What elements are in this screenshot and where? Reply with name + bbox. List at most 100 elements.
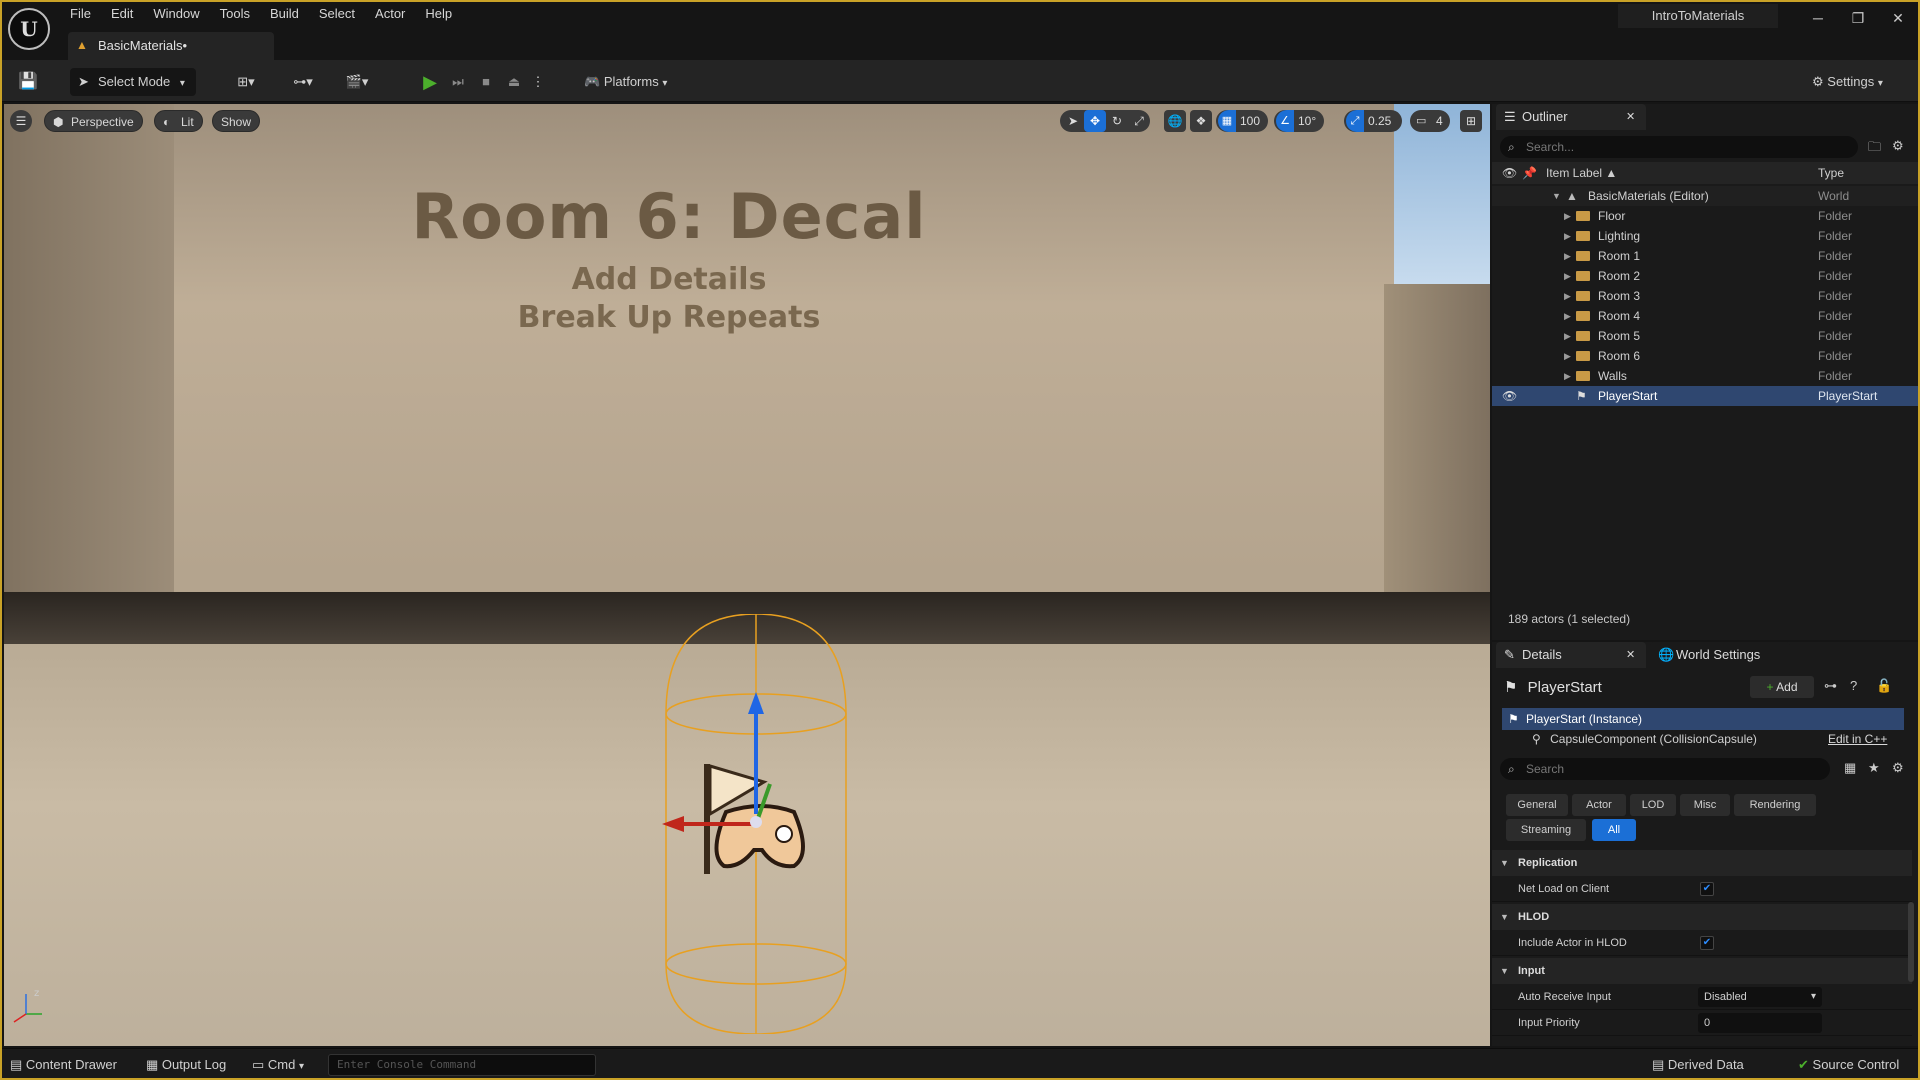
menu-window[interactable]: Window	[143, 4, 209, 24]
expand-arrow-icon[interactable]: ▶	[1564, 226, 1571, 246]
translate-tool-icon[interactable]: ✥	[1084, 110, 1106, 132]
category-actor[interactable]: Actor	[1572, 794, 1626, 816]
outliner-tab[interactable]: ☰ Outliner ✕	[1496, 104, 1646, 130]
source-control-button[interactable]: ✔ Source Control	[1798, 1053, 1899, 1077]
add-component-button[interactable]: + Add	[1750, 676, 1814, 698]
section-input[interactable]: ▼ Input	[1492, 958, 1912, 984]
console-input[interactable]: Enter Console Command	[328, 1054, 596, 1076]
outliner-folder-row[interactable]: ▶ Room 5 Folder	[1492, 326, 1918, 346]
star-icon[interactable]: ★	[1868, 760, 1880, 776]
category-lod[interactable]: LOD	[1630, 794, 1676, 816]
viewport-layout-icon[interactable]: ⊞	[1460, 110, 1482, 132]
outliner-folder-row[interactable]: ▶ Room 2 Folder	[1492, 266, 1918, 286]
table-view-icon[interactable]: ▦	[1844, 760, 1856, 776]
category-general[interactable]: General	[1506, 794, 1568, 816]
show-button[interactable]: Show	[212, 110, 261, 132]
surface-snap-icon[interactable]: ❖	[1190, 110, 1212, 132]
gear-icon[interactable]: ⚙	[1892, 760, 1904, 776]
expand-arrow-icon[interactable]: ▶	[1564, 286, 1571, 306]
add-folder-icon[interactable]: 🗀	[1868, 138, 1881, 160]
menu-help[interactable]: Help	[415, 4, 462, 24]
expand-arrow-icon[interactable]: ▶	[1564, 346, 1571, 366]
world-settings-tab[interactable]: 🌐 World Settings	[1650, 642, 1790, 668]
category-misc[interactable]: Misc	[1680, 794, 1730, 816]
expand-arrow-icon[interactable]: ▶	[1564, 366, 1571, 386]
level-viewport[interactable]: Room 6: Decal Add Details Break Up Repea…	[4, 104, 1490, 1046]
viewport-menu-icon[interactable]: ☰	[10, 110, 32, 132]
close-icon[interactable]: ✕	[1626, 104, 1635, 130]
outliner-folder-row[interactable]: ▶ Room 4 Folder	[1492, 306, 1918, 326]
outliner-selected-row[interactable]: 👁 ⚑ PlayerStart PlayerStart	[1492, 386, 1918, 406]
add-actor-icon[interactable]: ⊞▾	[228, 68, 264, 96]
auto-receive-dropdown[interactable]: Disabled ▾	[1698, 987, 1822, 1007]
gear-icon[interactable]: ⚙	[1892, 138, 1904, 154]
derived-data-button[interactable]: ▤ Derived Data	[1652, 1053, 1744, 1077]
column-item-label[interactable]: Item Label ▲	[1546, 162, 1617, 184]
player-start-gizmo[interactable]	[644, 614, 884, 1034]
eye-icon[interactable]: 👁	[1502, 386, 1517, 406]
close-window-button[interactable]: ✕	[1878, 6, 1918, 30]
scale-tool-icon[interactable]: ⤢	[1128, 110, 1150, 132]
cmd-dropdown[interactable]: ▭ Cmd ▾	[252, 1053, 304, 1077]
section-hlod[interactable]: ▼ HLOD	[1492, 904, 1912, 930]
output-log-button[interactable]: ▦ Output Log	[146, 1053, 226, 1077]
lock-icon[interactable]: 🔓	[1876, 678, 1892, 694]
rotate-tool-icon[interactable]: ↻	[1106, 110, 1128, 132]
rotation-snap-group[interactable]: ∠ 10°	[1274, 110, 1324, 132]
save-icon[interactable]: 💾	[14, 68, 42, 96]
section-replication[interactable]: ▼ Replication	[1492, 850, 1912, 876]
menu-actor[interactable]: Actor	[365, 4, 415, 24]
settings-dropdown[interactable]: ⚙ Settings ▾	[1812, 68, 1908, 96]
outliner-folder-row[interactable]: ▶ Room 3 Folder	[1492, 286, 1918, 306]
close-icon[interactable]: ✕	[1626, 642, 1635, 668]
expand-arrow-icon[interactable]: ▼	[1552, 186, 1561, 206]
cinematics-icon[interactable]: 🎬▾	[338, 68, 376, 96]
world-space-icon[interactable]: 🌐	[1164, 110, 1186, 132]
details-tab[interactable]: ✎ Details ✕	[1496, 642, 1646, 668]
outliner-root-row[interactable]: ▼ ▲ BasicMaterials (Editor) World	[1492, 186, 1918, 206]
include-hlod-checkbox[interactable]: ✔	[1700, 936, 1714, 950]
more-options-icon[interactable]: ⋮	[530, 68, 546, 96]
outliner-folder-row[interactable]: ▶ Room 6 Folder	[1492, 346, 1918, 366]
category-rendering[interactable]: Rendering	[1734, 794, 1816, 816]
category-streaming[interactable]: Streaming	[1506, 819, 1586, 841]
edit-in-cpp-link[interactable]: Edit in C++	[1828, 732, 1887, 746]
play-icon[interactable]: ▶	[418, 68, 442, 96]
minimize-button[interactable]: ─	[1798, 6, 1838, 30]
blueprint-icon[interactable]: ⊶	[1824, 678, 1837, 694]
outliner-folder-row[interactable]: ▶ Walls Folder	[1492, 366, 1918, 386]
outliner-folder-row[interactable]: ▶ Room 1 Folder	[1492, 246, 1918, 266]
grid-snap-group[interactable]: ▦ 100	[1216, 110, 1268, 132]
level-tab[interactable]: ▲ BasicMaterials•	[68, 32, 274, 60]
expand-arrow-icon[interactable]: ▶	[1564, 326, 1571, 346]
blueprint-icon[interactable]: ⊶▾	[284, 68, 322, 96]
unreal-logo-icon[interactable]: U	[8, 8, 50, 50]
outliner-search-input[interactable]: ⌕ Search...	[1500, 136, 1858, 158]
net-load-checkbox[interactable]: ✔	[1700, 882, 1714, 896]
stop-icon[interactable]: ■	[474, 68, 498, 96]
details-scrollbar[interactable]	[1908, 902, 1914, 982]
perspective-button[interactable]: ⬢ Perspective	[44, 110, 143, 132]
column-type[interactable]: Type	[1818, 162, 1844, 184]
select-tool-icon[interactable]: ➤	[1062, 110, 1084, 132]
expand-arrow-icon[interactable]: ▶	[1564, 246, 1571, 266]
menu-edit[interactable]: Edit	[101, 4, 143, 24]
outliner-folder-row[interactable]: ▶ Floor Folder	[1492, 206, 1918, 226]
menu-tools[interactable]: Tools	[210, 4, 260, 24]
select-mode-dropdown[interactable]: ➤ Select Mode ▾	[70, 68, 196, 96]
expand-arrow-icon[interactable]: ▶	[1564, 306, 1571, 326]
expand-arrow-icon[interactable]: ▶	[1564, 266, 1571, 286]
category-all[interactable]: All	[1592, 819, 1636, 841]
component-instance-row[interactable]: ⚑ PlayerStart (Instance)	[1502, 708, 1904, 730]
outliner-folder-row[interactable]: ▶ Lighting Folder	[1492, 226, 1918, 246]
step-icon[interactable]: ⏭	[446, 68, 470, 96]
lit-button[interactable]: ◐ Lit	[154, 110, 203, 132]
capsule-component-row[interactable]: ⚲ CapsuleComponent (CollisionCapsule)	[1532, 732, 1757, 746]
restore-button[interactable]: ❐	[1838, 6, 1878, 30]
content-drawer-button[interactable]: ▤ Content Drawer	[10, 1053, 117, 1077]
menu-select[interactable]: Select	[309, 4, 365, 24]
eject-icon[interactable]: ⏏	[502, 68, 526, 96]
scale-snap-group[interactable]: ⤢ 0.25	[1344, 110, 1402, 132]
help-icon[interactable]: ?	[1850, 678, 1857, 693]
expand-arrow-icon[interactable]: ▶	[1564, 206, 1571, 226]
